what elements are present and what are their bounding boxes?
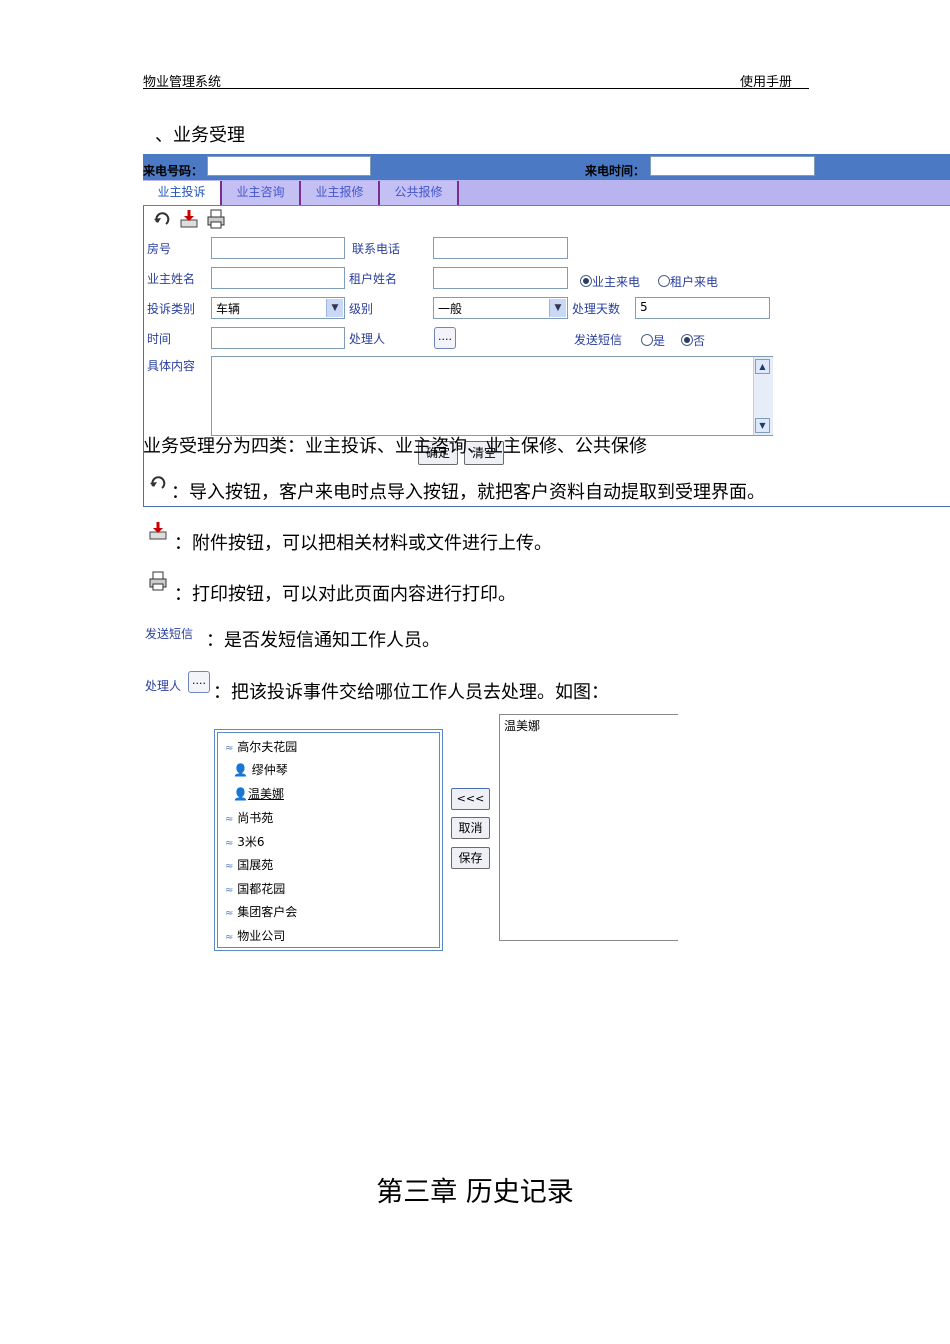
tenant-name-input[interactable] bbox=[433, 267, 568, 289]
tab-public-repair[interactable]: 公共报修 bbox=[380, 181, 459, 205]
call-number-label: 来电号码： bbox=[143, 164, 204, 178]
tree-node-group[interactable]: ≈ 高尔夫花园 bbox=[225, 738, 297, 755]
print-icon bbox=[148, 571, 168, 595]
chevron-down-icon[interactable]: ▼ bbox=[326, 299, 343, 317]
tree-node-label: 物业公司 bbox=[237, 929, 286, 943]
tree-node-group[interactable]: ≈ 尚书苑 bbox=[225, 809, 273, 826]
expand-icon[interactable]: ≈ bbox=[225, 838, 233, 849]
level-label: 级别 bbox=[349, 302, 374, 316]
radio-tenant-call-label: 租户来电 bbox=[670, 275, 719, 289]
call-time-input[interactable] bbox=[650, 156, 815, 176]
sms-yes-label: 是 bbox=[653, 334, 666, 348]
expand-icon[interactable]: ≈ bbox=[225, 885, 233, 896]
phone-label: 联系电话 bbox=[352, 242, 401, 256]
selected-staff-list[interactable] bbox=[499, 714, 678, 941]
tree-node-label: 国都花园 bbox=[237, 882, 286, 896]
expand-icon[interactable]: ≈ bbox=[225, 861, 233, 872]
content-textarea[interactable] bbox=[211, 356, 773, 436]
import-icon[interactable] bbox=[153, 210, 171, 232]
selected-staff-item[interactable]: 温美娜 bbox=[504, 717, 540, 734]
user-icon: 👤 bbox=[233, 787, 248, 801]
print-description: ：打印按钮，可以对此页面内容进行打印。 bbox=[174, 584, 516, 605]
days-label: 处理天数 bbox=[572, 302, 621, 316]
radio-owner-call-dot[interactable] bbox=[580, 275, 592, 287]
tree-node-person[interactable]: 👤 缪仲琴 bbox=[233, 761, 288, 778]
scroll-up-icon[interactable]: ▲ bbox=[755, 359, 770, 374]
tab-owner-complaint[interactable]: 业主投诉 bbox=[143, 181, 222, 205]
intro-text: 业务受理分为四类：业主投诉、业主咨询、业主保修、公共保修 bbox=[143, 436, 647, 457]
tab-owner-consult[interactable]: 业主咨询 bbox=[222, 181, 301, 205]
cancel-button[interactable]: 取消 bbox=[451, 817, 490, 839]
tree-node-label: 高尔夫花园 bbox=[237, 740, 298, 754]
category-select[interactable]: 车辆 ▼ bbox=[211, 297, 345, 319]
import-icon bbox=[149, 474, 167, 496]
tree-node-label: 温美娜 bbox=[247, 787, 284, 801]
sms-yes-radio[interactable]: 是 bbox=[641, 332, 665, 349]
radio-tenant-call[interactable]: 租户来电 bbox=[658, 273, 718, 290]
attachment-icon[interactable] bbox=[179, 209, 199, 233]
move-left-button[interactable]: <<< bbox=[451, 788, 490, 810]
days-input[interactable]: 5 bbox=[635, 297, 770, 319]
call-number-input[interactable] bbox=[207, 156, 371, 176]
radio-tenant-call-dot[interactable] bbox=[658, 275, 670, 287]
print-icon[interactable] bbox=[206, 209, 226, 233]
tree-node-group[interactable]: ≈ 物业公司 bbox=[225, 927, 285, 944]
sms-note-label: 发送短信 bbox=[145, 627, 194, 641]
tree-node-group[interactable]: ≈ 国展苑 bbox=[225, 856, 273, 873]
attachment-description: ：附件按钮，可以把相关材料或文件进行上传。 bbox=[174, 533, 552, 554]
tree-node-label: 缪仲琴 bbox=[251, 763, 288, 777]
tree-node-label: 集团客户会 bbox=[237, 905, 298, 919]
tenant-name-label: 租户姓名 bbox=[349, 272, 398, 286]
sms-label: 发送短信 bbox=[574, 333, 623, 347]
tree-node-group[interactable]: ≈ 3米6 bbox=[225, 833, 265, 850]
category-value: 车辆 bbox=[216, 302, 241, 316]
sms-no-radio[interactable]: 否 bbox=[681, 332, 705, 349]
chapter-title: 第三章 历史记录 bbox=[376, 1177, 574, 1208]
time-label: 时间 bbox=[147, 332, 172, 346]
radio-owner-call-label: 业主来电 bbox=[592, 275, 641, 289]
handler-description: ：把该投诉事件交给哪位工作人员去处理。如图： bbox=[213, 682, 609, 703]
owner-name-label: 业主姓名 bbox=[147, 272, 196, 286]
handler-note-button: .... bbox=[188, 671, 210, 693]
expand-icon[interactable]: ≈ bbox=[225, 932, 233, 943]
level-select[interactable]: 一般 ▼ bbox=[433, 297, 568, 319]
owner-name-input[interactable] bbox=[211, 267, 345, 289]
handler-label: 处理人 bbox=[349, 332, 386, 346]
user-icon: 👤 bbox=[233, 763, 248, 777]
room-label: 房号 bbox=[147, 242, 172, 256]
handler-picker-button[interactable]: .... bbox=[434, 327, 456, 349]
radio-owner-call[interactable]: 业主来电 bbox=[580, 273, 640, 290]
expand-icon[interactable]: ≈ bbox=[225, 743, 233, 754]
sms-no-label: 否 bbox=[693, 334, 706, 348]
sms-no-dot[interactable] bbox=[681, 334, 693, 346]
tab-owner-repair[interactable]: 业主报修 bbox=[301, 181, 380, 205]
tree-node-group[interactable]: ≈ 集团客户会 bbox=[225, 903, 297, 920]
save-button[interactable]: 保存 bbox=[451, 847, 490, 869]
scroll-down-icon[interactable]: ▼ bbox=[755, 418, 770, 433]
chevron-down-icon[interactable]: ▼ bbox=[549, 299, 566, 317]
content-label: 具体内容 bbox=[147, 359, 196, 373]
handler-note-label: 处理人 bbox=[145, 679, 182, 693]
sms-yes-dot[interactable] bbox=[641, 334, 653, 346]
sms-description: ：是否发短信通知工作人员。 bbox=[206, 630, 440, 651]
time-input[interactable] bbox=[211, 327, 345, 349]
tree-node-group[interactable]: ≈ 国都花园 bbox=[225, 880, 285, 897]
category-label: 投诉类别 bbox=[147, 302, 196, 316]
tree-node-label: 尚书苑 bbox=[237, 811, 274, 825]
expand-icon[interactable]: ≈ bbox=[225, 814, 233, 825]
import-description: ：导入按钮，客户来电时点导入按钮，就把客户资料自动提取到受理界面。 bbox=[171, 482, 765, 503]
tree-node-label: 国展苑 bbox=[237, 858, 274, 872]
phone-input[interactable] bbox=[433, 237, 568, 259]
header-divider bbox=[143, 88, 809, 89]
room-input[interactable] bbox=[211, 237, 345, 259]
attachment-icon bbox=[148, 521, 168, 545]
tree-node-person-selected[interactable]: 👤温美娜 bbox=[233, 785, 284, 802]
section-title: 、业务受理 bbox=[155, 125, 245, 146]
call-time-label: 来电时间： bbox=[585, 164, 646, 178]
level-value: 一般 bbox=[438, 302, 463, 316]
expand-icon[interactable]: ≈ bbox=[225, 908, 233, 919]
tree-node-label: 3米6 bbox=[237, 835, 265, 849]
